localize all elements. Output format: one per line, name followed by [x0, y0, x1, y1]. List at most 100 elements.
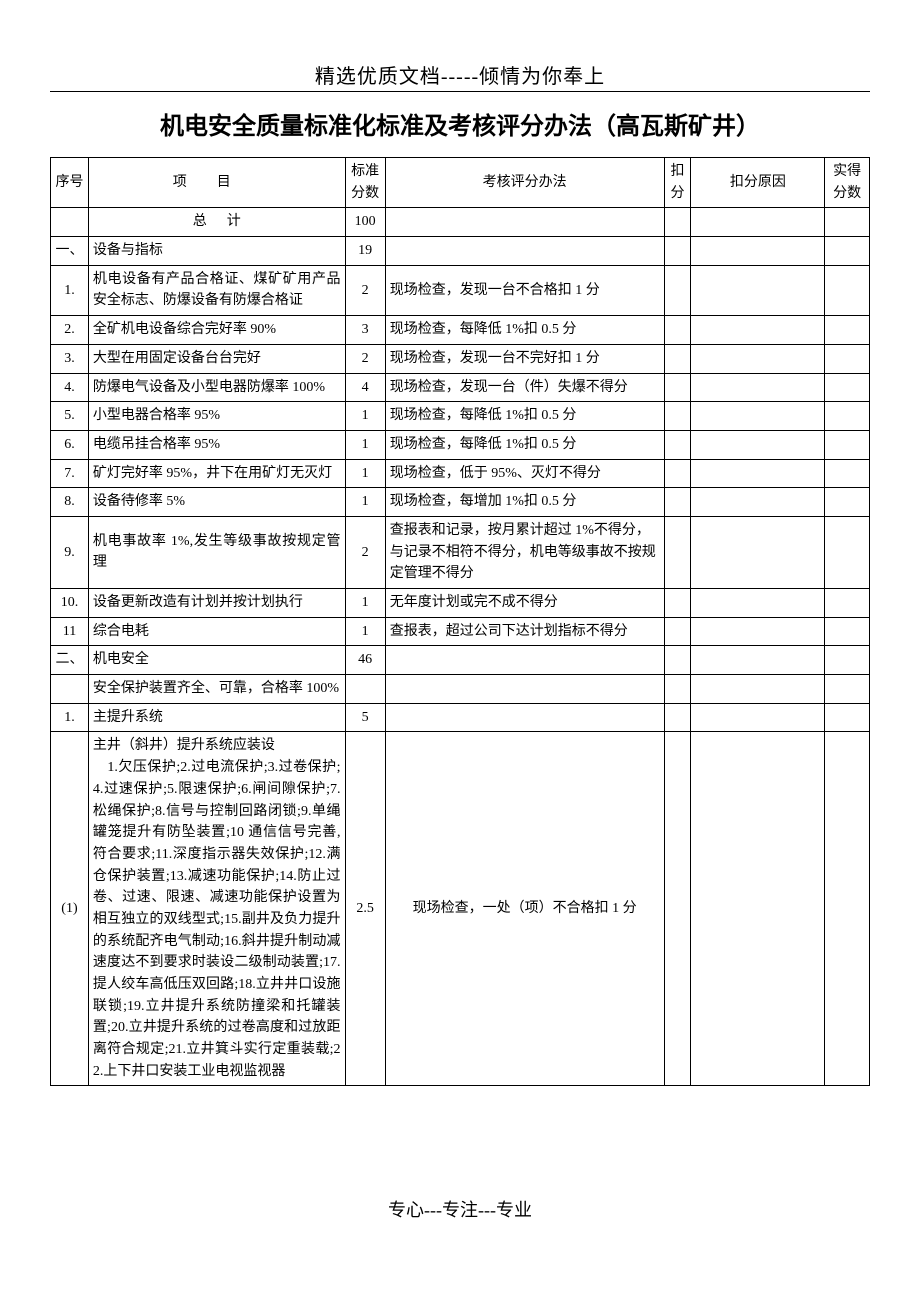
cell-method: 现场检查，一处（项）不合格扣 1 分 — [385, 732, 664, 1086]
table-row: 一、设备与指标19 — [51, 237, 870, 266]
cell-idx: 9. — [51, 516, 89, 588]
cell-idx: 7. — [51, 459, 89, 488]
cell-idx — [51, 675, 89, 704]
cell-std: 1 — [345, 488, 385, 517]
th-deduct: 扣分 — [664, 158, 691, 208]
cell-idx: 二、 — [51, 646, 89, 675]
cell-method — [385, 646, 664, 675]
cell-score — [825, 675, 870, 704]
cell-item: 机电安全 — [88, 646, 345, 675]
cell-method: 现场检查，每降低 1%扣 0.5 分 — [385, 316, 664, 345]
cell-score — [825, 459, 870, 488]
cell-deduct — [664, 430, 691, 459]
cell-score — [825, 516, 870, 588]
cell-method — [385, 237, 664, 266]
cell-std: 2 — [345, 265, 385, 315]
table-row: 2.全矿机电设备综合完好率 90%3现场检查，每降低 1%扣 0.5 分 — [51, 316, 870, 345]
cell-item: 机电设备有产品合格证、煤矿矿用产品安全标志、防爆设备有防爆合格证 — [88, 265, 345, 315]
cell-item: 电缆吊挂合格率 95% — [88, 430, 345, 459]
cell-std: 1 — [345, 402, 385, 431]
th-reason: 扣分原因 — [691, 158, 825, 208]
cell-item: 大型在用固定设备台台完好 — [88, 344, 345, 373]
cell-idx: 2. — [51, 316, 89, 345]
table-row: 1.机电设备有产品合格证、煤矿矿用产品安全标志、防爆设备有防爆合格证2现场检查，… — [51, 265, 870, 315]
cell-method: 现场检查，每降低 1%扣 0.5 分 — [385, 430, 664, 459]
cell-score — [825, 373, 870, 402]
cell-score — [825, 430, 870, 459]
cell-reason — [691, 208, 825, 237]
table-row: (1)主井（斜井）提升系统应装设 1.欠压保护;2.过电流保护;3.过卷保护;4… — [51, 732, 870, 1086]
cell-reason — [691, 237, 825, 266]
cell-deduct — [664, 402, 691, 431]
cell-method — [385, 675, 664, 704]
cell-score — [825, 344, 870, 373]
cell-method: 查报表和记录，按月累计超过 1%不得分，与记录不相符不得分，机电等级事故不按规定… — [385, 516, 664, 588]
cell-deduct — [664, 589, 691, 618]
table-row: 11综合电耗1查报表，超过公司下达计划指标不得分 — [51, 617, 870, 646]
table-row: 10.设备更新改造有计划并按计划执行1无年度计划或完不成不得分 — [51, 589, 870, 618]
cell-reason — [691, 516, 825, 588]
cell-method: 现场检查，发现一台不合格扣 1 分 — [385, 265, 664, 315]
cell-score — [825, 208, 870, 237]
cell-item: 主井（斜井）提升系统应装设 1.欠压保护;2.过电流保护;3.过卷保护;4.过速… — [88, 732, 345, 1086]
cell-method: 无年度计划或完不成不得分 — [385, 589, 664, 618]
cell-method: 现场检查，发现一台不完好扣 1 分 — [385, 344, 664, 373]
th-std: 标准分数 — [345, 158, 385, 208]
cell-method: 现场检查，发现一台（件）失爆不得分 — [385, 373, 664, 402]
cell-reason — [691, 646, 825, 675]
cell-std: 19 — [345, 237, 385, 266]
cell-deduct — [664, 703, 691, 732]
cell-idx — [51, 208, 89, 237]
cell-deduct — [664, 237, 691, 266]
table-header-row: 序号 项目 标准分数 考核评分办法 扣分 扣分原因 实得分数 — [51, 158, 870, 208]
cell-deduct — [664, 344, 691, 373]
cell-deduct — [664, 373, 691, 402]
cell-idx: 4. — [51, 373, 89, 402]
cell-std: 3 — [345, 316, 385, 345]
cell-item: 主提升系统 — [88, 703, 345, 732]
table-row: 7.矿灯完好率 95%，井下在用矿灯无灭灯1现场检查，低于 95%、灭灯不得分 — [51, 459, 870, 488]
table-row-total: 总计100 — [51, 208, 870, 237]
cell-idx: 3. — [51, 344, 89, 373]
cell-score — [825, 402, 870, 431]
cell-reason — [691, 675, 825, 704]
table-row: 安全保护装置齐全、可靠，合格率 100% — [51, 675, 870, 704]
cell-deduct — [664, 459, 691, 488]
cell-reason — [691, 373, 825, 402]
cell-reason — [691, 459, 825, 488]
cell-reason — [691, 589, 825, 618]
cell-std: 100 — [345, 208, 385, 237]
table-row: 5.小型电器合格率 95%1现场检查，每降低 1%扣 0.5 分 — [51, 402, 870, 431]
cell-deduct — [664, 675, 691, 704]
cell-idx: 5. — [51, 402, 89, 431]
th-method: 考核评分办法 — [385, 158, 664, 208]
table-row: 9.机电事故率 1%,发生等级事故按规定管理2查报表和记录，按月累计超过 1%不… — [51, 516, 870, 588]
cell-std: 1 — [345, 589, 385, 618]
banner-rule — [50, 91, 870, 92]
table-row: 6.电缆吊挂合格率 95%1现场检查，每降低 1%扣 0.5 分 — [51, 430, 870, 459]
th-item: 项目 — [88, 158, 345, 208]
cell-deduct — [664, 488, 691, 517]
cell-item: 防爆电气设备及小型电器防爆率 100% — [88, 373, 345, 402]
table-row: 1.主提升系统5 — [51, 703, 870, 732]
cell-std: 1 — [345, 459, 385, 488]
cell-idx: 6. — [51, 430, 89, 459]
cell-idx: 1. — [51, 265, 89, 315]
cell-deduct — [664, 732, 691, 1086]
cell-item: 矿灯完好率 95%，井下在用矿灯无灭灯 — [88, 459, 345, 488]
cell-item: 设备待修率 5% — [88, 488, 345, 517]
cell-std: 5 — [345, 703, 385, 732]
cell-std: 1 — [345, 430, 385, 459]
cell-std: 2.5 — [345, 732, 385, 1086]
cell-item: 总计 — [88, 208, 345, 237]
cell-reason — [691, 617, 825, 646]
cell-idx: (1) — [51, 732, 89, 1086]
cell-item: 安全保护装置齐全、可靠，合格率 100% — [88, 675, 345, 704]
cell-method: 查报表，超过公司下达计划指标不得分 — [385, 617, 664, 646]
cell-idx: 1. — [51, 703, 89, 732]
cell-score — [825, 703, 870, 732]
cell-reason — [691, 488, 825, 517]
cell-method: 现场检查，每降低 1%扣 0.5 分 — [385, 402, 664, 431]
cell-std: 1 — [345, 617, 385, 646]
cell-reason — [691, 344, 825, 373]
